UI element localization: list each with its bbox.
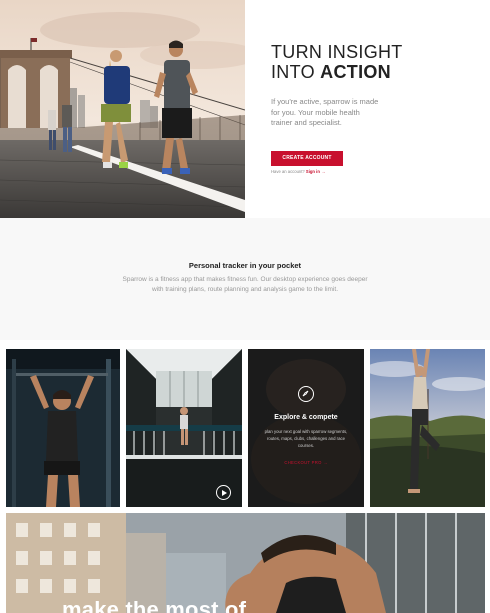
- hero-section: TURN INSIGHT INTO ACTION If you're activ…: [0, 0, 490, 218]
- tile-gym-hall-video[interactable]: [126, 349, 242, 507]
- explore-title: Explore & compete: [274, 414, 338, 421]
- create-account-button[interactable]: CREATE ACCOUNT: [271, 151, 343, 166]
- banner-headline: make the most of: [62, 597, 247, 613]
- hero-text-block: TURN INSIGHT INTO ACTION If you're activ…: [271, 42, 471, 129]
- signin-link[interactable]: Sign in →: [306, 169, 325, 174]
- arrow-right-icon: →: [321, 169, 326, 174]
- tracker-description: Sparrow is a fitness app that makes fitn…: [122, 276, 368, 293]
- bottom-banner: make the most of: [6, 513, 485, 613]
- explore-description: plan your next goal with sparrow segment…: [264, 429, 348, 448]
- explore-overlay: Explore & compete plan your next goal wi…: [248, 349, 364, 507]
- hero-title-action: ACTION: [320, 62, 391, 82]
- play-icon[interactable]: [216, 485, 231, 500]
- hero-title-line-2: INTO ACTION: [271, 62, 471, 82]
- checkout-pro-link[interactable]: CHECKOUT PRO →: [248, 460, 364, 465]
- tile-explore-compete[interactable]: Explore & compete plan your next goal wi…: [248, 349, 364, 507]
- hero-title-into: INTO: [271, 62, 321, 82]
- tracker-section: Personal tracker in your pocket Sparrow …: [0, 218, 490, 340]
- tracker-title: Personal tracker in your pocket: [188, 261, 302, 270]
- hero-photo-runners-bridge: [0, 0, 245, 218]
- hero-description: If you're active, sparrow is made for yo…: [271, 97, 379, 127]
- tile-pullup-photo[interactable]: [6, 349, 120, 507]
- signin-line: Have an account? Sign in →: [271, 169, 325, 174]
- signin-prefix: Have an account?: [271, 169, 306, 174]
- hero-title-line-1: TURN INSIGHT: [271, 42, 403, 62]
- compass-icon: [298, 386, 314, 402]
- hero-title: TURN INSIGHT INTO ACTION: [271, 42, 471, 82]
- tile-yoga-photo[interactable]: [370, 349, 485, 507]
- signin-link-label: Sign in: [305, 169, 320, 174]
- page: TURN INSIGHT INTO ACTION If you're activ…: [0, 0, 490, 613]
